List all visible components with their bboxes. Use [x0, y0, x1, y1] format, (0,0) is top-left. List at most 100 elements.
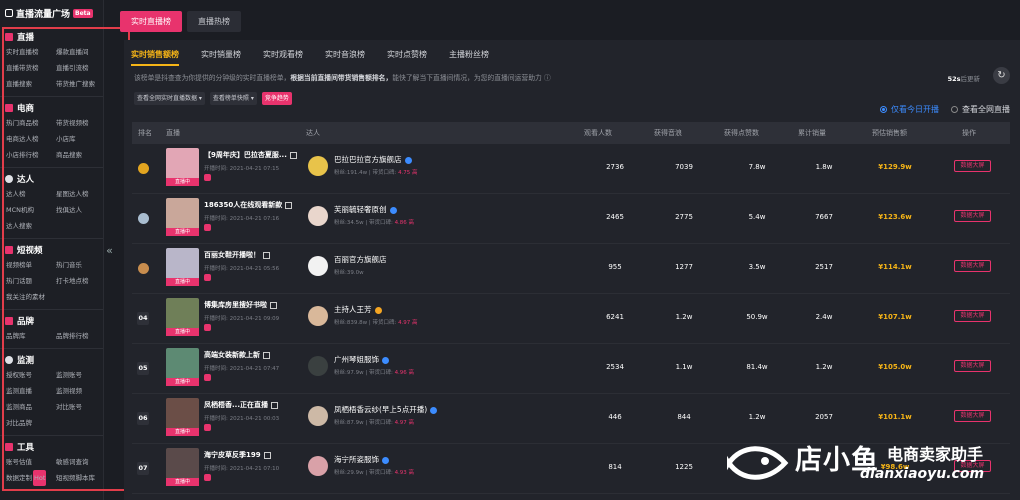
sidebar-item[interactable]: 短视频脚本库	[56, 470, 103, 486]
sidebar-section-title[interactable]: 监测	[0, 352, 103, 367]
sidebar-item-label: 找俱达人	[56, 206, 82, 214]
avatar[interactable]	[308, 306, 328, 326]
refresh-icon[interactable]: ↻	[993, 67, 1010, 84]
sidebar-item[interactable]: 带货推广搜索	[56, 76, 103, 92]
sidebar-item[interactable]: 账号估值	[6, 454, 56, 470]
sidebar-item[interactable]: 热门商品榜	[6, 115, 56, 131]
data-screen-button[interactable]: 数据大屏	[954, 210, 991, 222]
subtab-likes[interactable]: 实时点赞榜	[387, 48, 427, 66]
sidebar-item[interactable]: 数据定制 Hot	[6, 470, 56, 486]
data-screen-button[interactable]: 数据大屏	[954, 410, 991, 422]
data-screen-button[interactable]: 数据大屏	[954, 160, 991, 172]
sidebar-section-title[interactable]: 工具	[0, 439, 103, 454]
author-name[interactable]: 凤栖梧香云纱(早上5点开播)	[334, 404, 438, 415]
live-title[interactable]: 【9周年庆】巴拉杏夏服...	[204, 150, 297, 160]
qr-code-icon[interactable]	[263, 351, 270, 359]
qr-code-icon[interactable]	[270, 401, 278, 409]
sidebar-item[interactable]: 电商达人榜	[6, 131, 56, 147]
sidebar-item[interactable]: 直播搜索	[6, 76, 56, 92]
tab-live-hot[interactable]: 直播热榜	[187, 11, 241, 32]
trend-button[interactable]: 竞争趋势	[261, 92, 292, 105]
author-name[interactable]: 海宁所姿服饰	[334, 454, 389, 465]
col-yinlang[interactable]: 获得音浪	[654, 122, 682, 144]
live-title[interactable]: 凤栖梧香...正在直播	[204, 400, 278, 410]
sidebar-item[interactable]: 品牌库	[6, 328, 56, 344]
subtab-fans[interactable]: 主播粉丝榜	[449, 48, 489, 66]
avatar[interactable]	[308, 356, 328, 376]
sidebar-item[interactable]: 热门音乐	[56, 257, 103, 273]
live-title[interactable]: 高端女装新款上新	[204, 350, 270, 360]
subtab-yinlang[interactable]: 实时音浪榜	[325, 48, 365, 66]
sidebar-item[interactable]: 达人榜	[6, 186, 56, 202]
sidebar-item[interactable]: 我关注的素材	[6, 289, 56, 305]
radio-today-only[interactable]: 仅看今日开播	[880, 104, 939, 115]
snapshot-dropdown[interactable]: 查看榜单快照 ▾	[209, 92, 257, 105]
qr-code-icon[interactable]	[270, 301, 277, 309]
sidebar-item[interactable]: 直播带货榜	[6, 60, 56, 76]
sidebar-section-label: 短视频	[17, 245, 43, 256]
sidebar-item[interactable]: 星图达人榜	[56, 186, 103, 202]
sidebar-section-title[interactable]: 短视频	[0, 242, 103, 257]
avatar[interactable]	[308, 206, 328, 226]
sidebar-section-title[interactable]: 达人	[0, 171, 103, 186]
data-screen-button[interactable]: 数据大屏	[954, 260, 991, 272]
col-likes[interactable]: 获得点赞数	[724, 122, 759, 144]
sidebar-item[interactable]: 对比账号	[56, 399, 103, 415]
subtab-views[interactable]: 实时观看榜	[263, 48, 303, 66]
avatar[interactable]	[308, 406, 328, 426]
qr-code-icon[interactable]	[285, 201, 293, 209]
sidebar-section-title[interactable]: 品牌	[0, 313, 103, 328]
sidebar-item[interactable]: MCN机构	[6, 202, 56, 218]
author-name[interactable]: 芙丽毓轻奢原创	[334, 204, 397, 215]
sidebar-header[interactable]: 直播流量广场 Beta	[0, 0, 103, 26]
sidebar-item[interactable]: 小店库	[56, 131, 103, 147]
sidebar-item[interactable]: 直播引流榜	[56, 60, 103, 76]
sidebar-item[interactable]: 视频榜单	[6, 257, 56, 273]
live-title[interactable]: 海宁皮草反季199	[204, 450, 271, 460]
live-title[interactable]: 186350人在线观看新款	[204, 200, 293, 210]
avatar[interactable]	[308, 256, 328, 276]
sidebar-item[interactable]: 小店排行榜	[6, 147, 56, 163]
sidebar-item[interactable]: 品牌排行榜	[56, 328, 103, 344]
author-name[interactable]: 广州琴姐服饰	[334, 354, 389, 365]
live-title[interactable]: 百丽女鞋开播啦！	[204, 250, 270, 260]
sidebar-section-title[interactable]: 电商	[0, 100, 103, 115]
col-amount[interactable]: 预估销售额	[872, 122, 907, 144]
subtab-sales-volume[interactable]: 实时销量榜	[201, 48, 241, 66]
avatar[interactable]	[308, 456, 328, 476]
sidebar-item[interactable]: 打卡地点榜	[56, 273, 103, 289]
sidebar-item[interactable]: 商品搜索	[56, 147, 103, 163]
data-screen-button[interactable]: 数据大屏	[954, 360, 991, 372]
author-name[interactable]: 巴拉巴拉官方旗舰店	[334, 154, 412, 165]
sidebar-item[interactable]: 监测商品	[6, 399, 56, 415]
sidebar-section-title[interactable]: 直播	[0, 29, 103, 44]
author-name[interactable]: 主持人王芳	[334, 304, 382, 315]
sidebar-item[interactable]: 找俱达人	[56, 202, 103, 218]
col-views[interactable]: 观看人数	[584, 122, 612, 144]
data-screen-button[interactable]: 数据大屏	[954, 310, 991, 322]
sidebar-item[interactable]: 敏感词查询	[56, 454, 103, 470]
qr-code-icon[interactable]	[263, 451, 271, 459]
sidebar-item[interactable]: 带货视频榜	[56, 115, 103, 131]
tab-realtime-live[interactable]: 实时直播榜	[120, 11, 182, 32]
subtab-sales-amount[interactable]: 实时销售额榜	[131, 48, 179, 66]
sidebar-item[interactable]: 爆款直播间	[56, 44, 103, 60]
network-data-dropdown[interactable]: 查看全网实时直播数据 ▾	[134, 92, 205, 105]
sidebar-item[interactable]: 达人搜索	[6, 218, 56, 234]
sidebar-item[interactable]: 监测直播	[6, 383, 56, 399]
sidebar-item[interactable]: 对比品牌	[6, 415, 56, 431]
sidebar-item[interactable]: 热门话题	[6, 273, 56, 289]
sidebar-item[interactable]: 监测视频	[56, 383, 103, 399]
avatar[interactable]	[308, 156, 328, 176]
radio-all-live[interactable]: 查看全网直播	[951, 104, 1010, 115]
sidebar-item[interactable]: 实时直播榜	[6, 44, 56, 60]
author-name[interactable]: 百丽官方旗舰店	[334, 254, 387, 265]
qr-code-icon[interactable]	[289, 151, 297, 159]
live-title[interactable]: 博集库房里搜好书啦	[204, 300, 277, 310]
collapse-sidebar-icon[interactable]: «	[104, 243, 115, 259]
col-sales[interactable]: 累计销量	[798, 122, 826, 144]
live-title-text: 【9周年庆】巴拉杏夏服...	[204, 151, 287, 159]
sidebar-item[interactable]: 授权账号	[6, 367, 56, 383]
qr-code-icon[interactable]	[263, 251, 270, 259]
sidebar-item[interactable]: 监测账号	[56, 367, 103, 383]
